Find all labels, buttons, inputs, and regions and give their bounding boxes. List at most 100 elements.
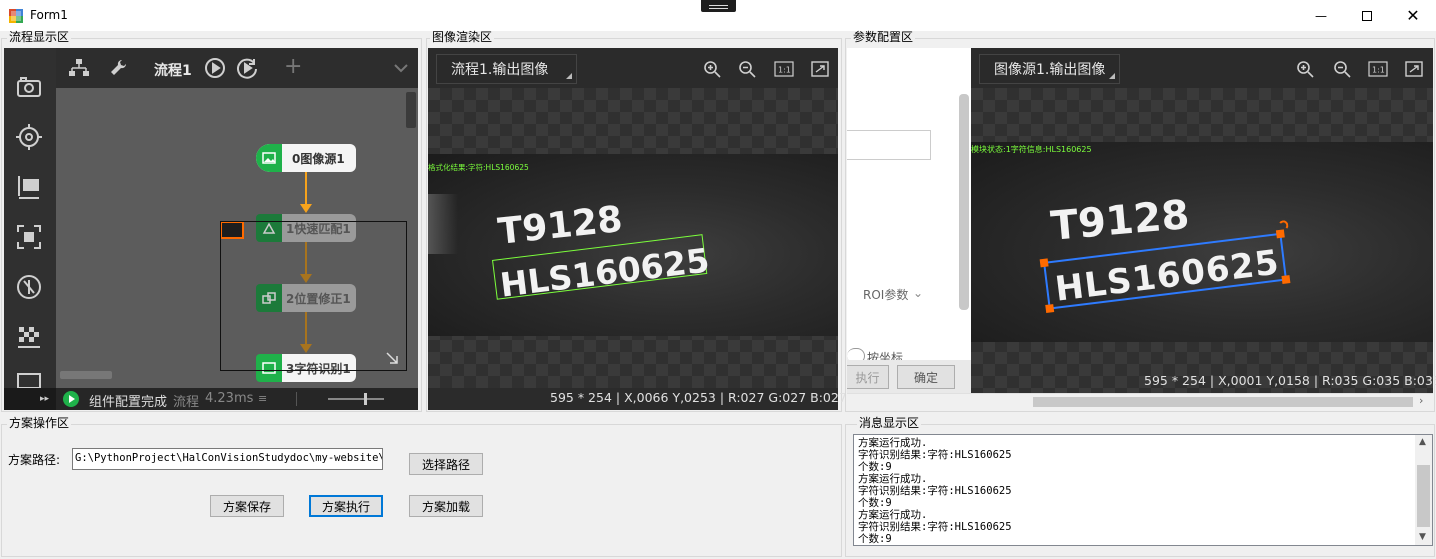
msg-vscrollbar[interactable]: ▲ ▼ — [1415, 435, 1432, 545]
measure-icon[interactable] — [14, 172, 44, 202]
title-bar: Form1 — ✕ — [0, 0, 1436, 31]
expand-icon[interactable]: ▸▸ — [4, 388, 56, 410]
status-b: B:027 — [810, 390, 847, 405]
param-run-button[interactable]: 执行 — [847, 365, 889, 389]
locate-icon[interactable] — [14, 272, 44, 302]
param-vscroll-thumb[interactable] — [959, 94, 969, 310]
path-input[interactable]: G:\PythonProject\HalConVisionStudydoc\my… — [72, 448, 383, 470]
param-source-combo[interactable]: 图像源1.输出图像 — [979, 54, 1120, 84]
message-line: 个数:9 — [858, 533, 892, 545]
actual-size-icon[interactable]: 1:1 — [773, 58, 795, 80]
zoom-out-icon[interactable] — [1331, 58, 1353, 80]
save-plan-button[interactable]: 方案保存 — [210, 495, 284, 517]
window-title: Form1 — [30, 8, 68, 22]
render-status-bar: 595 * 254 | X,0066 Y,0253 | R:027 G:027 … — [550, 390, 847, 405]
run-loop-icon[interactable] — [236, 57, 258, 79]
flow-group-label: 流程显示区 — [7, 30, 72, 44]
param-textarea[interactable] — [847, 130, 931, 160]
status-g: G:035 — [1362, 373, 1401, 388]
roi-chevron-icon[interactable]: ⌄ — [913, 286, 923, 300]
message-line: 方案运行成功. — [858, 509, 928, 521]
qrcode-icon[interactable] — [14, 322, 44, 352]
run-once-icon[interactable] — [204, 57, 226, 79]
svg-text:1:1: 1:1 — [1372, 66, 1385, 75]
fit-window-icon[interactable] — [809, 58, 831, 80]
execute-plan-label: 方案执行 — [321, 499, 370, 514]
target-icon[interactable] — [14, 122, 44, 152]
flow-canvas: 0图像源1 1快速匹配1 2位置修正1 3字符识别1 — [56, 88, 418, 388]
drag-grip-handle[interactable] — [701, 0, 736, 12]
play-status-icon[interactable] — [62, 390, 80, 408]
scroll-right-icon[interactable]: › — [1419, 394, 1423, 407]
status-time: 4.23ms — [205, 391, 254, 406]
plan-group — [1, 424, 842, 557]
roi-section-label[interactable]: ROI参数 — [863, 286, 908, 303]
status-r: R:027 — [728, 390, 765, 405]
message-line: 个数:9 — [858, 461, 892, 473]
flow-vscroll-thumb[interactable] — [406, 92, 416, 128]
flow-node-image-source[interactable]: 0图像源1 — [256, 144, 356, 172]
param-viewer: 模块状态:1字符信息:HLS160625 T9128 HLS160625 图像源… — [971, 48, 1436, 393]
status-list-icon[interactable]: ≡ — [258, 392, 267, 405]
flow-tab-bar: 流程1 + — [56, 48, 418, 88]
status-x: X,0066 — [624, 390, 669, 405]
ok-btn-label: 确定 — [913, 370, 938, 385]
select-path-button[interactable]: 选择路径 — [409, 453, 483, 475]
maximize-button[interactable] — [1344, 0, 1390, 31]
node-label: 0图像源1 — [292, 151, 345, 166]
msg-group-label: 消息显示区 — [857, 416, 922, 430]
status-size: 595 * 254 — [1144, 373, 1206, 388]
render-combo-text: 流程1.输出图像 — [451, 62, 549, 78]
crop-icon[interactable] — [14, 222, 44, 252]
flow-hscroll-thumb[interactable] — [60, 371, 112, 379]
actual-size-icon[interactable]: 1:1 — [1367, 58, 1389, 80]
zoom-out-icon[interactable] — [736, 58, 758, 80]
scroll-down-icon[interactable]: ▼ — [1419, 532, 1426, 542]
chevron-down-icon[interactable] — [394, 63, 408, 73]
tab-flow1[interactable]: 流程1 — [154, 60, 192, 80]
maximize-icon — [1362, 10, 1372, 21]
save-plan-label: 方案保存 — [222, 499, 271, 514]
zoom-slider-thumb[interactable] — [364, 393, 367, 405]
roi-handle-tl[interactable] — [1039, 258, 1049, 268]
camera-icon[interactable] — [14, 72, 44, 102]
wrench-icon[interactable] — [108, 58, 128, 78]
resize-arrow-icon[interactable] — [386, 352, 398, 364]
zoom-in-icon[interactable] — [1294, 58, 1316, 80]
render-source-combo[interactable]: 流程1.输出图像 — [436, 54, 577, 84]
svg-text:1:1: 1:1 — [778, 66, 791, 75]
app-icon — [9, 9, 23, 23]
render-overlay-text: 格式化结果:字符:HLS160625 — [428, 163, 529, 172]
flow-tree-icon[interactable] — [68, 58, 90, 78]
execute-plan-button[interactable]: 方案执行 — [309, 495, 383, 517]
param-group-label: 参数配置区 — [851, 30, 916, 44]
add-flow-button[interactable]: + — [284, 54, 302, 79]
roi-handle-bl[interactable] — [1045, 304, 1055, 313]
status-b: B:035 — [1404, 373, 1436, 388]
param-hscroll-thumb[interactable] — [1033, 397, 1413, 407]
plan-group-label: 方案操作区 — [7, 416, 72, 430]
zoom-in-icon[interactable] — [701, 58, 723, 80]
message-list: 方案运行成功. 字符识别结果:字符:HLS160625 个数:9 方案运行成功. 字符识… — [858, 437, 1408, 545]
scroll-up-icon[interactable]: ▲ — [1419, 437, 1426, 447]
render-viewer: 格式化结果:字符:HLS160625 T9128 HLS160625 流程1.输… — [428, 48, 847, 410]
message-line: 方案运行成功. — [858, 473, 928, 485]
image-icon — [256, 144, 282, 172]
more-tools-icon[interactable] — [14, 372, 44, 388]
message-box[interactable]: 方案运行成功. 字符识别结果:字符:HLS160625 个数:9 方案运行成功. 字符识… — [853, 434, 1433, 546]
roi-handle-tr[interactable] — [1275, 229, 1285, 239]
minimize-button[interactable]: — — [1298, 0, 1344, 31]
roi-handle-br[interactable] — [1281, 275, 1291, 284]
param-hscrollbar[interactable]: › — [847, 393, 1433, 410]
msg-vscroll-thumb[interactable] — [1417, 465, 1430, 527]
status-g: G:027 — [768, 390, 807, 405]
status-x: X,0001 — [1218, 373, 1263, 388]
message-line: 方案运行成功. — [858, 437, 928, 449]
param-ok-button[interactable]: 确定 — [897, 365, 955, 389]
zoom-slider[interactable] — [328, 398, 384, 400]
message-line: 字符识别结果:字符:HLS160625 — [858, 449, 1012, 461]
fit-window-icon[interactable] — [1403, 58, 1425, 80]
close-button[interactable]: ✕ — [1390, 0, 1436, 31]
load-plan-button[interactable]: 方案加载 — [409, 495, 483, 517]
path-label: 方案路径: — [8, 453, 61, 467]
